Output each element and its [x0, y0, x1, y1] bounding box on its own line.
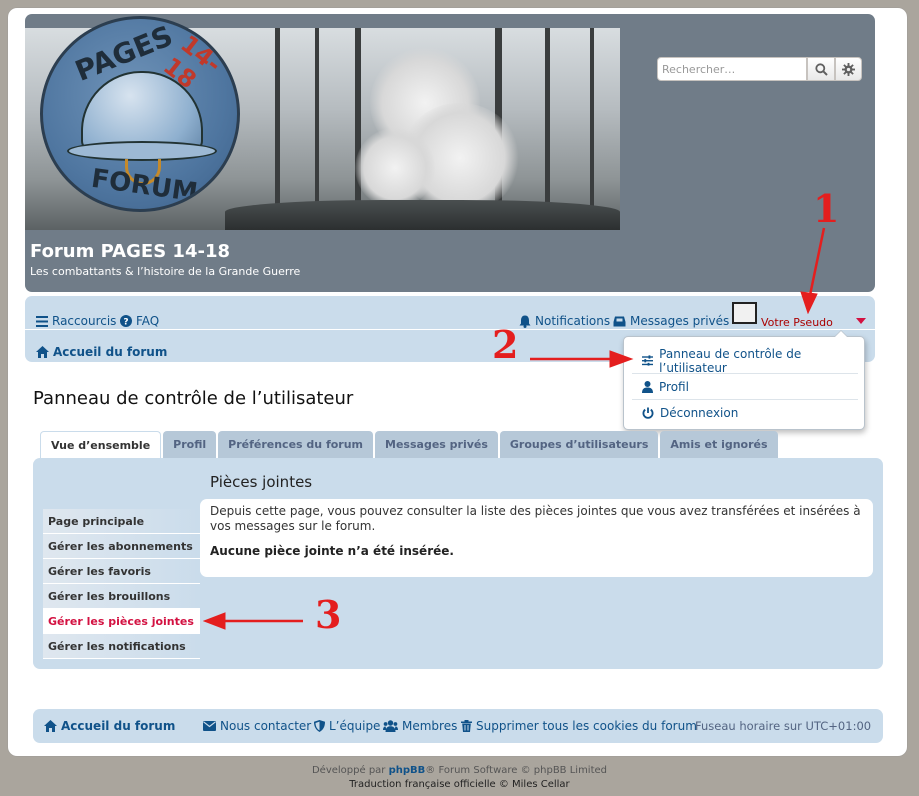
user-icon	[642, 380, 653, 393]
site-title[interactable]: Forum PAGES 14-18	[30, 241, 230, 262]
menu-item-bookmarks[interactable]: Gérer les favoris	[43, 559, 200, 584]
section-content: Depuis cette page, vous pouvez consulter…	[200, 499, 873, 577]
copyright: Développé par phpBB® Forum Software © ph…	[0, 764, 919, 792]
contact-label: Nous contacter	[220, 719, 312, 733]
footer-navbar: Accueil du forum Nous contacter L’équipe…	[33, 709, 883, 743]
logo-text-forum: FORUM	[89, 163, 200, 209]
gear-icon	[842, 62, 855, 76]
faq-link[interactable]: ? FAQ	[120, 314, 159, 328]
annotation-number-1: 1	[813, 186, 840, 231]
ucp-tabs: Vue d’ensemble Profil Préférences du for…	[40, 431, 778, 459]
inbox-icon	[613, 316, 626, 326]
annotation-arrow-1	[800, 227, 826, 314]
powered-suffix: ® Forum Software © phpBB Limited	[425, 765, 608, 776]
question-circle-icon: ?	[120, 315, 132, 327]
username-link[interactable]: Votre Pseudo	[761, 316, 833, 329]
tab-preferences[interactable]: Préférences du forum	[218, 431, 374, 458]
power-icon	[642, 407, 654, 419]
home-icon	[44, 720, 57, 732]
menu-item-drafts[interactable]: Gérer les brouillons	[43, 584, 200, 609]
annotation-arrow-3	[203, 612, 303, 630]
annotation-arrow-2	[530, 350, 634, 368]
ucp-side-menu: Page principale Gérer les abonnements Gé…	[43, 509, 200, 659]
svg-text:?: ?	[123, 318, 128, 328]
timezone-info: Fuseau horaire sur UTC+01:00	[695, 719, 872, 733]
quicklinks-menu[interactable]: Raccourcis	[36, 314, 116, 328]
tab-profile[interactable]: Profil	[163, 431, 217, 458]
users-icon	[383, 720, 398, 732]
advanced-search-button[interactable]	[835, 57, 862, 81]
translation-credit: Traduction française officielle © Miles …	[349, 779, 570, 790]
dropdown-item-logout[interactable]: Déconnexion	[632, 400, 858, 426]
menu-item-subscriptions[interactable]: Gérer les abonnements	[43, 534, 200, 559]
phpbb-link[interactable]: phpBB	[389, 765, 426, 776]
page-title: Panneau de contrôle de l’utilisateur	[33, 388, 354, 409]
tab-overview[interactable]: Vue d’ensemble	[40, 431, 162, 459]
faq-label: FAQ	[136, 314, 160, 328]
tab-usergroups[interactable]: Groupes d’utilisateurs	[499, 431, 659, 458]
breadcrumb-home[interactable]: Accueil du forum	[36, 345, 167, 359]
footer-home-link[interactable]: Accueil du forum	[44, 719, 175, 733]
trash-icon	[461, 720, 472, 732]
quicklinks-label: Raccourcis	[52, 314, 117, 328]
annotation-number-2: 2	[492, 322, 519, 367]
user-dropdown-menu: Panneau de contrôle de l’utilisateur Pro…	[623, 330, 865, 430]
menu-item-attachments[interactable]: Gérer les pièces jointes	[43, 609, 200, 634]
tab-private-messages[interactable]: Messages privés	[375, 431, 498, 458]
notifications-link[interactable]: Notifications	[519, 314, 610, 328]
powered-prefix: Développé par	[311, 765, 386, 776]
shield-icon	[314, 720, 325, 732]
dropdown-item-profile[interactable]: Profil	[632, 374, 858, 400]
team-link[interactable]: L’équipe	[314, 719, 380, 733]
tab-friends-foes[interactable]: Amis et ignorés	[660, 431, 778, 458]
sliders-icon	[642, 355, 654, 366]
empty-attachments-message: Aucune pièce jointe n’a été insérée.	[210, 544, 454, 558]
private-messages-label: Messages privés	[630, 314, 730, 328]
annotation-number-3: 3	[315, 592, 342, 637]
avatar[interactable]	[732, 302, 757, 324]
breadcrumb-home-label: Accueil du forum	[53, 345, 168, 359]
site-description: Les combattants & l’histoire de la Grand…	[30, 265, 301, 278]
team-label: L’équipe	[329, 719, 381, 733]
bars-icon	[36, 315, 48, 327]
site-logo[interactable]: PAGES 14-18 FORUM	[40, 16, 240, 212]
delete-cookies-label: Supprimer tous les cookies du forum	[476, 719, 697, 733]
search-icon	[814, 62, 828, 76]
menu-item-main[interactable]: Page principale	[43, 509, 200, 534]
bell-icon	[519, 315, 531, 328]
dropdown-ucp-label: Panneau de contrôle de l’utilisateur	[659, 346, 802, 375]
contact-link[interactable]: Nous contacter	[203, 719, 311, 733]
dropdown-logout-label: Déconnexion	[660, 406, 739, 420]
search-box	[657, 57, 862, 81]
menu-item-notifications[interactable]: Gérer les notifications	[43, 634, 200, 659]
footer-home-label: Accueil du forum	[61, 719, 176, 733]
envelope-icon	[203, 721, 216, 731]
members-label: Membres	[402, 719, 458, 733]
members-link[interactable]: Membres	[383, 719, 457, 733]
notifications-label: Notifications	[535, 314, 611, 328]
section-title: Pièces jointes	[210, 473, 313, 491]
search-input[interactable]	[657, 57, 807, 81]
caret-down-icon[interactable]	[856, 318, 866, 324]
delete-cookies-link[interactable]: Supprimer tous les cookies du forum	[461, 719, 697, 733]
private-messages-link[interactable]: Messages privés	[613, 314, 729, 328]
ucp-panel: Page principale Gérer les abonnements Gé…	[33, 458, 883, 669]
site-header: PAGES 14-18 FORUM Forum PAGES 14-18 Les …	[25, 14, 875, 292]
section-description: Depuis cette page, vous pouvez consulter…	[210, 504, 861, 533]
dropdown-item-ucp[interactable]: Panneau de contrôle de l’utilisateur	[632, 346, 858, 375]
dropdown-profile-label: Profil	[659, 379, 689, 394]
home-icon	[36, 346, 49, 358]
search-button[interactable]	[807, 57, 835, 81]
